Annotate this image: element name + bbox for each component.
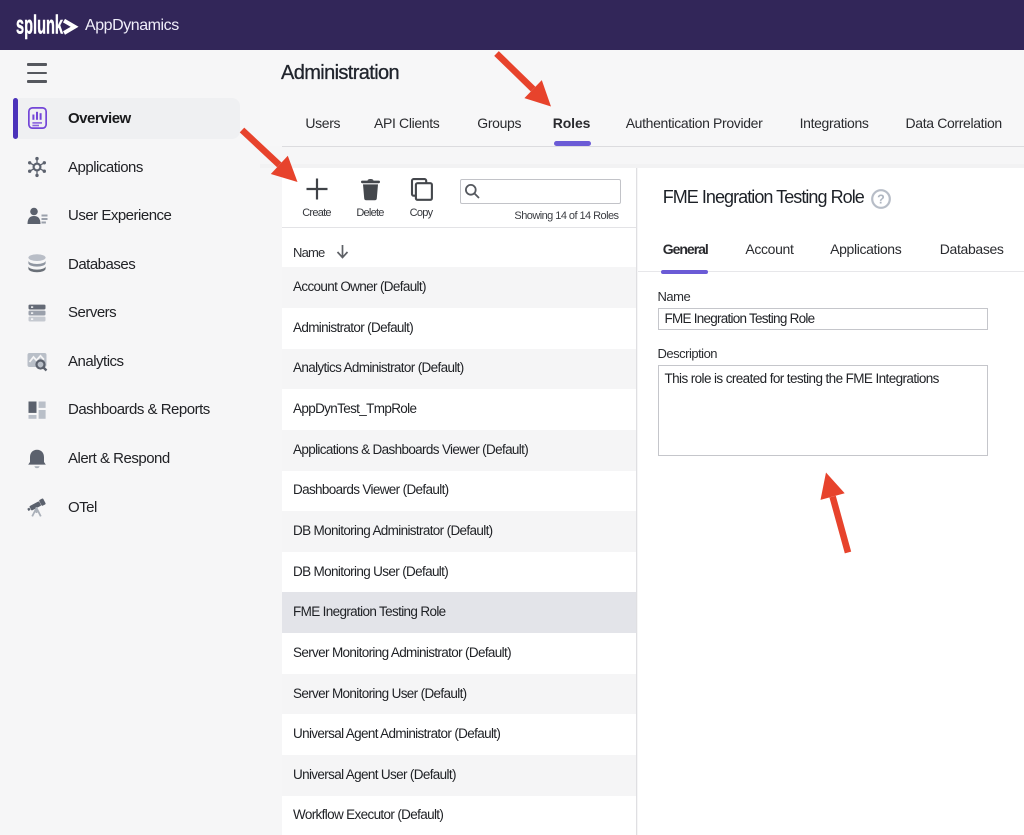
svg-text:?: ?	[877, 192, 885, 206]
svg-text:splunk: splunk	[16, 10, 63, 40]
svg-text:AppDynamics: AppDynamics	[85, 17, 179, 34]
